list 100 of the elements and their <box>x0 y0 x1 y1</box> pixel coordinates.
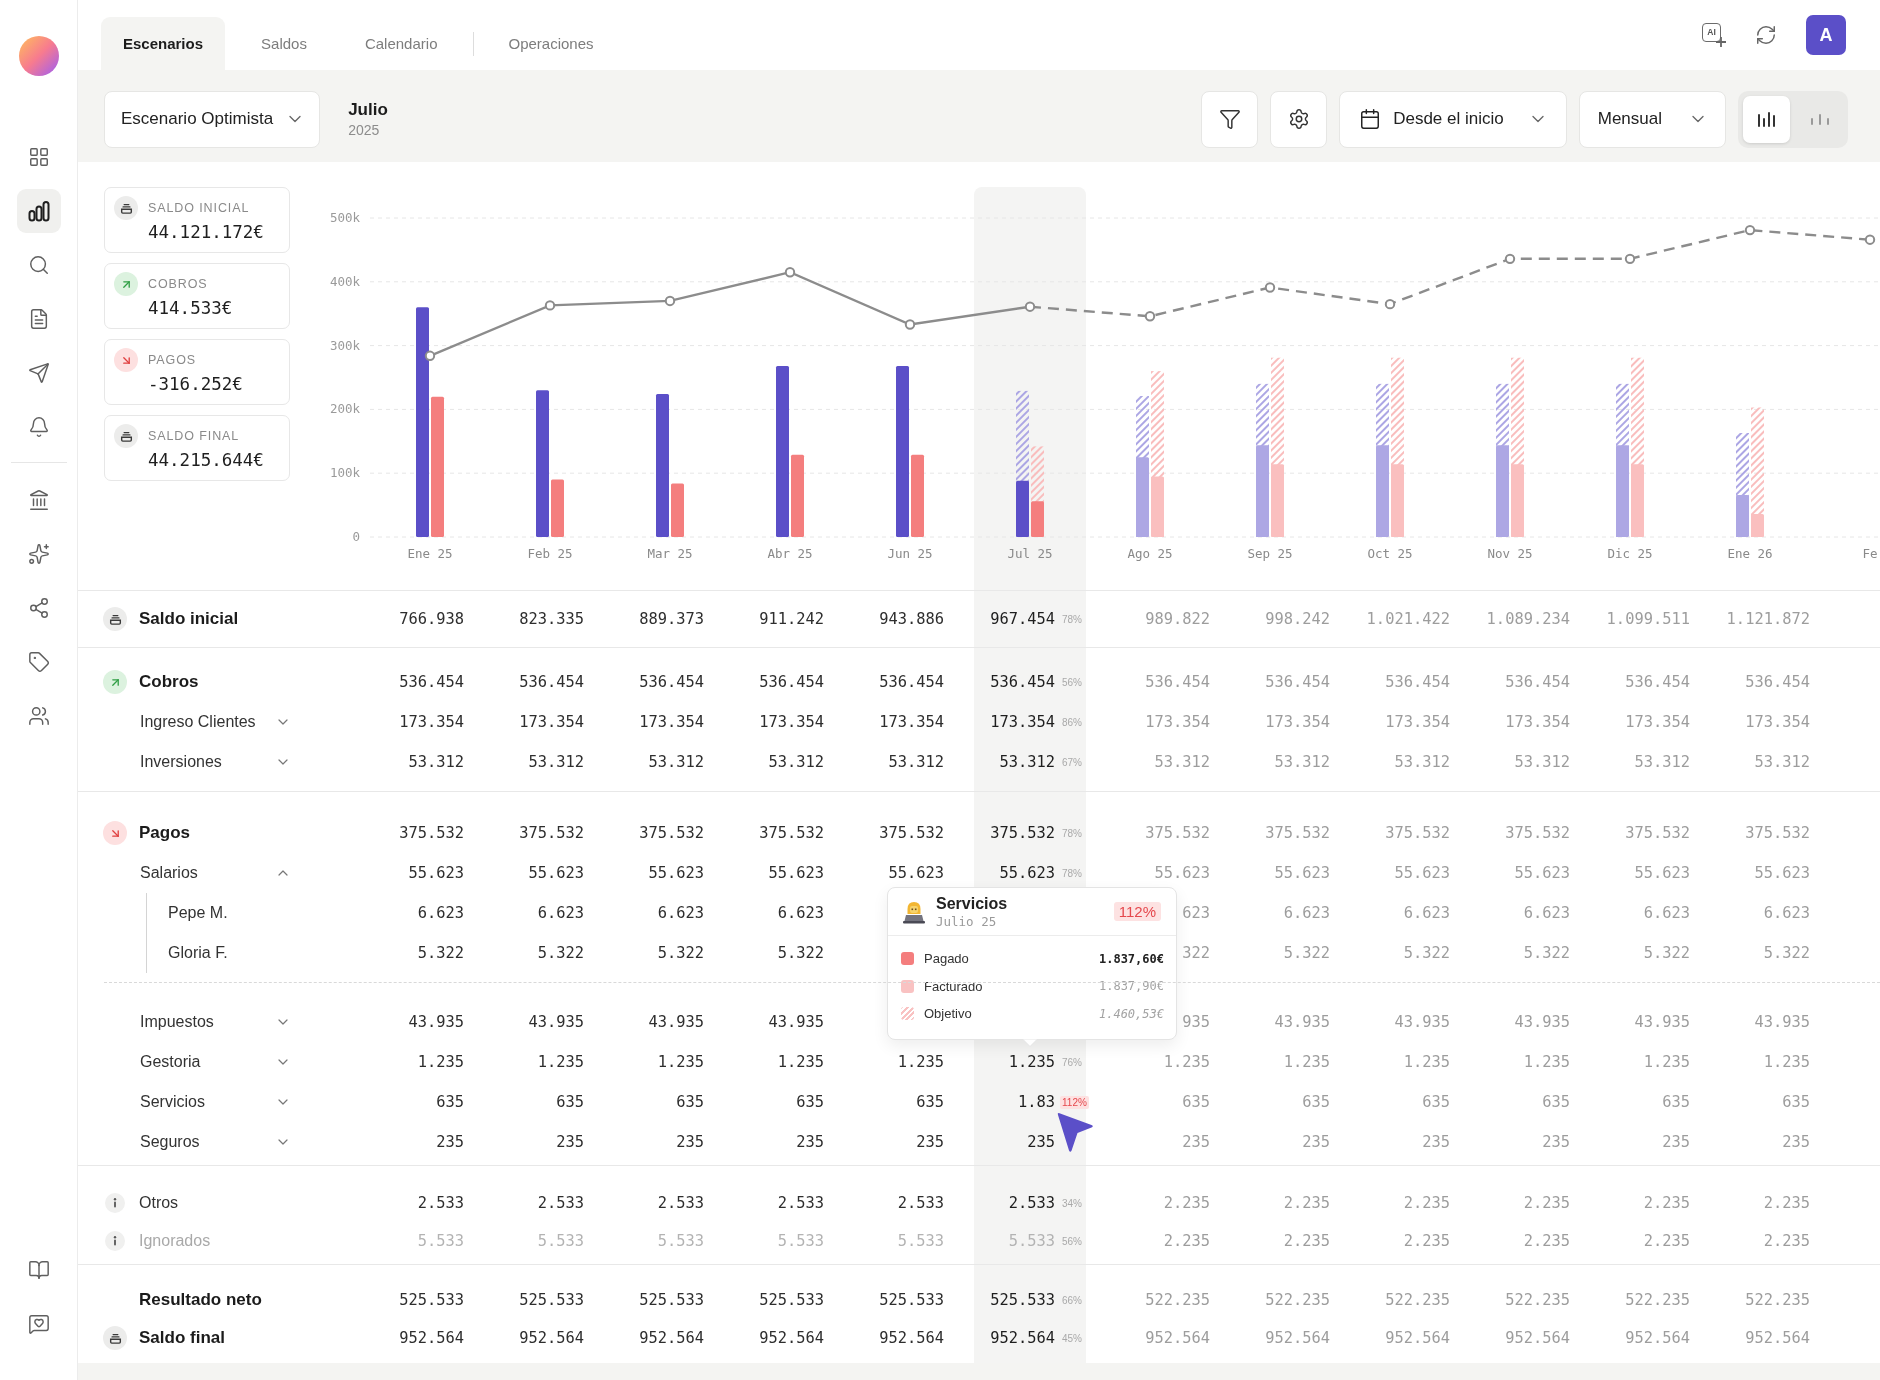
table-cell: 55.623 <box>1274 864 1330 882</box>
table-cell: 173.354 <box>1145 713 1210 731</box>
axis-label: Dic 25 <box>1607 546 1653 561</box>
table-cell: 525.533 <box>399 1291 464 1309</box>
table-cell: 235 <box>1302 1133 1330 1151</box>
table-cell: 1.099.511 <box>1606 610 1690 628</box>
table-cell: 235 <box>1782 1133 1810 1151</box>
section-title: Cobros <box>139 672 199 692</box>
table-cell: 2.235 <box>1403 1194 1450 1212</box>
table-cell: 635 <box>556 1093 584 1111</box>
table-cell: 635 <box>1302 1093 1330 1111</box>
axis-label: Nov 25 <box>1487 546 1533 561</box>
table-cell: 536.454 <box>990 673 1055 691</box>
table-cell: 1.235 <box>417 1053 464 1071</box>
table-cell: 55.623 <box>1154 864 1210 882</box>
card-label: SALDO FINAL <box>148 429 241 443</box>
table-cell: 173.354 <box>519 713 584 731</box>
tick-label: 400k <box>329 273 360 289</box>
axis-label: Oct 25 <box>1367 546 1413 561</box>
table-cell: 375.532 <box>1385 824 1450 842</box>
table-cell: 6.623 <box>1523 904 1570 922</box>
table-cell: 5.533 <box>897 1232 944 1250</box>
table-cell: 952.564 <box>519 1329 584 1347</box>
percent-label: 34% <box>1061 1196 1083 1210</box>
table-cell: 173.354 <box>1265 713 1330 731</box>
table-cell: 5.322 <box>1523 944 1570 962</box>
table-cell: 989.822 <box>1145 610 1210 628</box>
table-cell: 375.532 <box>639 824 704 842</box>
section-title: Pagos <box>139 823 191 843</box>
table-cell: 5.322 <box>1283 944 1330 962</box>
table-cell: 889.373 <box>639 610 704 628</box>
percent-label: 67% <box>1061 755 1083 769</box>
table-cell: 43.935 <box>1634 1013 1690 1031</box>
table-cell: 5.322 <box>1643 944 1690 962</box>
axis-label: Fe <box>1862 546 1878 561</box>
table-cell: 1.235 <box>1403 1053 1450 1071</box>
table-cell: 173.354 <box>399 713 464 731</box>
table-cell: 2.235 <box>1643 1194 1690 1212</box>
year-label: 2025 <box>348 122 381 138</box>
percent-label: 78% <box>1061 826 1083 840</box>
table-cell: 53.312 <box>1394 753 1450 771</box>
table-cell: 952.564 <box>639 1329 704 1347</box>
table-cell: 375.532 <box>1145 824 1210 842</box>
table-cell: 2.235 <box>1523 1194 1570 1212</box>
table-cell: 635 <box>796 1093 824 1111</box>
table-cell: 55.623 <box>1514 864 1570 882</box>
table-cell: 53.312 <box>648 753 704 771</box>
table-cell: 235 <box>1027 1133 1055 1151</box>
table-cell: 536.454 <box>639 673 704 691</box>
table-cell: 525.533 <box>879 1291 944 1309</box>
table-cell: 235 <box>556 1133 584 1151</box>
table-cell: 375.532 <box>399 824 464 842</box>
table-cell: 43.935 <box>648 1013 704 1031</box>
table-cell: 235 <box>1182 1133 1210 1151</box>
table-cell: 2.235 <box>1643 1232 1690 1250</box>
table-cell: 1.83 <box>1017 1093 1055 1111</box>
table-cell: 1.235 <box>1163 1053 1210 1071</box>
table-cell: 53.312 <box>1514 753 1570 771</box>
card-label: SALDO INICIAL <box>148 201 251 215</box>
table-cell: 5.533 <box>777 1232 824 1250</box>
table-cell: 522.235 <box>1145 1291 1210 1309</box>
table-cell: 375.532 <box>519 824 584 842</box>
table-cell: 6.623 <box>537 904 584 922</box>
table-cell: 2.235 <box>1763 1232 1810 1250</box>
table-cell: 536.454 <box>1385 673 1450 691</box>
card-value: 414.533€ <box>148 298 234 318</box>
section-title: Resultado neto <box>139 1290 262 1310</box>
table-cell: 375.532 <box>990 824 1055 842</box>
row-label: Ignorados <box>139 1232 211 1250</box>
table-cell: 5.322 <box>537 944 584 962</box>
axis-label: Jun 25 <box>887 546 933 561</box>
table-cell: 1.235 <box>897 1053 944 1071</box>
axis-label: Ene 26 <box>1727 546 1773 561</box>
table-cell: 952.564 <box>1625 1329 1690 1347</box>
table-cell: 173.354 <box>759 713 824 731</box>
table-cell: 1.021.422 <box>1366 610 1450 628</box>
card-label: COBROS <box>148 277 209 291</box>
table-cell: 635 <box>916 1093 944 1111</box>
table-cell: 2.235 <box>1403 1232 1450 1250</box>
table-cell: 6.623 <box>417 904 464 922</box>
table-cell: 2.533 <box>777 1194 824 1212</box>
card-label: PAGOS <box>148 353 198 367</box>
table-cell: 55.623 <box>768 864 824 882</box>
table-cell: 235 <box>916 1133 944 1151</box>
percent-label: 76% <box>1061 1055 1083 1069</box>
table-cell: 2.533 <box>657 1194 704 1212</box>
axis-label: Feb 25 <box>527 546 573 561</box>
tooltip-subtitle: Julio 25 <box>936 913 998 929</box>
table-cell: 55.623 <box>1394 864 1450 882</box>
table-cell: 6.623 <box>1643 904 1690 922</box>
table-cell: 911.242 <box>759 610 824 628</box>
table-cell: 5.533 <box>657 1232 704 1250</box>
row-label: Gloria F. <box>168 944 228 962</box>
table-cell: 935 <box>1182 1013 1210 1031</box>
tick-label: 0 <box>352 529 360 544</box>
percent-label: 66% <box>1061 1293 1083 1307</box>
table-cell: 173.354 <box>639 713 704 731</box>
table-cell: 322 <box>1182 944 1210 962</box>
percent-badge: 112% <box>1113 902 1161 921</box>
tick-label: 500k <box>329 210 360 225</box>
